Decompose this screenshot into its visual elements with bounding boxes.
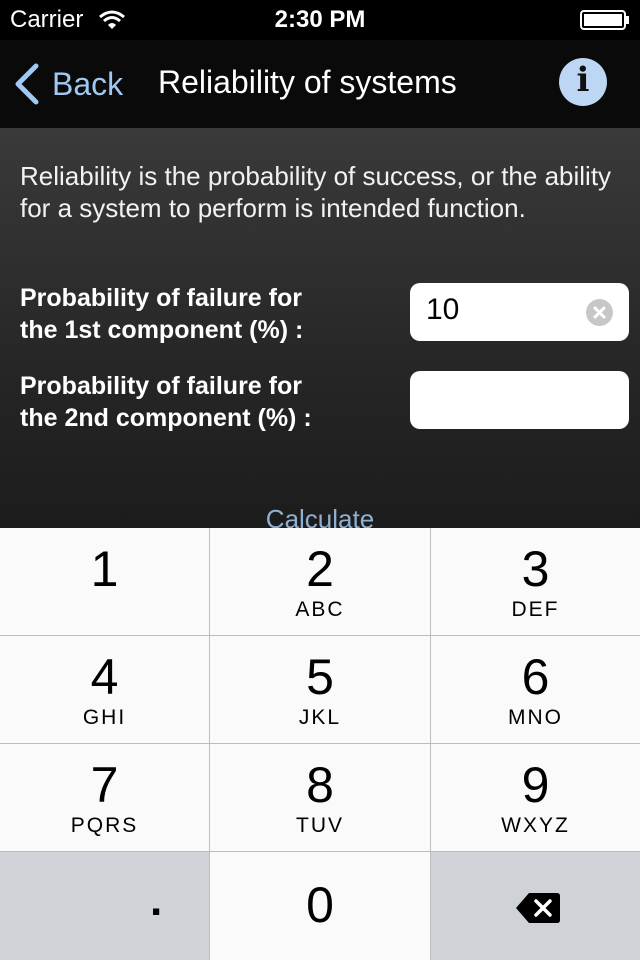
key-digit: 0 xyxy=(306,877,334,933)
key-letters: TUV xyxy=(296,814,344,837)
navigation-bar: Back Reliability of systems xyxy=(0,40,640,128)
back-label: Back xyxy=(52,65,124,102)
key-digit: 9 xyxy=(521,757,550,813)
key-9[interactable]: 9 WXYZ xyxy=(431,744,640,851)
key-letters: GHI xyxy=(82,706,127,729)
key-7[interactable]: 7 PQRS xyxy=(0,744,209,851)
field1-label: Probability of failure for the 1st compo… xyxy=(20,282,400,346)
key-letters: ABC xyxy=(295,598,345,621)
key-2[interactable]: 2 ABC xyxy=(210,528,430,635)
screen: Carrier 2:30 PM Back Reliability of syst… xyxy=(0,0,640,960)
decimal-point: . xyxy=(150,876,163,925)
key-letters: DEF xyxy=(511,598,560,621)
key-letters: MNO xyxy=(508,706,563,729)
key-digit: 8 xyxy=(306,757,334,813)
backspace-icon xyxy=(516,893,560,923)
key-letters: JKL xyxy=(298,706,342,729)
key-backspace[interactable] xyxy=(431,852,640,960)
status-time: 2:30 PM xyxy=(274,6,366,33)
field1-label-line1: Probability of failure for xyxy=(20,284,302,312)
first-component-input[interactable]: 10 xyxy=(410,283,629,341)
info-button[interactable]: i xyxy=(559,58,607,106)
key-0[interactable]: 0 xyxy=(210,852,430,960)
field2-label-line2: the 2nd component (%) : xyxy=(20,404,312,432)
description-text: Reliability is the probability of succes… xyxy=(20,161,612,223)
key-digit: 5 xyxy=(306,649,334,705)
key-4[interactable]: 4 GHI xyxy=(0,636,209,743)
key-6[interactable]: 6 MNO xyxy=(431,636,640,743)
key-digit: 2 xyxy=(306,541,334,597)
key-digit: 7 xyxy=(90,757,119,813)
key-5[interactable]: 5 JKL xyxy=(210,636,430,743)
numeric-keypad: 1 2 ABC 3 DEF 4 GHI 5 JKL 6 MNO 7 PQRS 8 xyxy=(0,528,640,960)
key-digit: 6 xyxy=(521,649,550,705)
field1-label-line2: the 1st component (%) : xyxy=(20,316,304,344)
key-digit: 4 xyxy=(90,649,119,705)
first-component-value: 10 xyxy=(426,293,460,326)
form-content: Reliability is the probability of succes… xyxy=(0,128,640,534)
clear-icon[interactable] xyxy=(586,299,613,326)
back-button[interactable]: Back xyxy=(12,60,123,108)
field2-label: Probability of failure for the 2nd compo… xyxy=(20,370,400,434)
info-icon: i xyxy=(576,60,590,100)
field2-label-line1: Probability of failure for xyxy=(20,372,302,400)
clear-x-icon xyxy=(593,306,606,319)
key-8[interactable]: 8 TUV xyxy=(210,744,430,851)
key-digit: 1 xyxy=(90,541,119,597)
key-1[interactable]: 1 xyxy=(0,528,209,635)
second-component-input[interactable] xyxy=(410,371,629,429)
key-digit: 3 xyxy=(521,541,550,597)
chevron-left-icon xyxy=(15,63,39,105)
key-3[interactable]: 3 DEF xyxy=(431,528,640,635)
status-bar: Carrier 2:30 PM xyxy=(0,0,640,40)
page-title: Reliability of systems xyxy=(158,64,457,100)
battery-icon xyxy=(580,10,629,30)
key-letters: WXYZ xyxy=(501,814,570,837)
key-letters: PQRS xyxy=(70,814,139,837)
key-decimal[interactable]: . xyxy=(0,852,209,960)
